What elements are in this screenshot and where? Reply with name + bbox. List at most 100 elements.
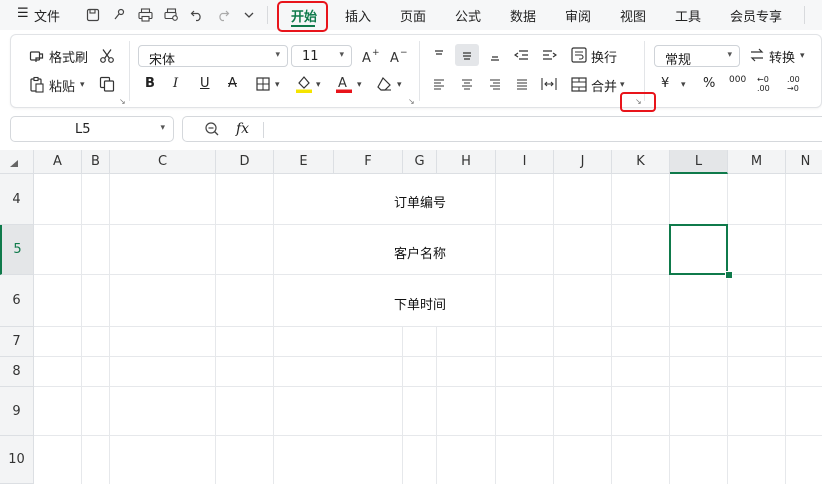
cell-F5[interactable]: 客户名称 (394, 243, 446, 262)
column-header-E[interactable]: E (274, 150, 334, 174)
cell-F4[interactable]: 订单编号 (394, 192, 446, 211)
number-format-select[interactable]: 常规 ▾ (654, 45, 740, 68)
font-size-select[interactable]: 11 ▾ (291, 45, 352, 67)
column-header-J[interactable]: J (554, 150, 612, 174)
thousands-button[interactable]: 000 (729, 75, 746, 85)
file-menu[interactable]: 文件 (34, 6, 60, 25)
fill-color-icon[interactable] (295, 74, 313, 94)
row-header-7[interactable]: 7 (0, 327, 34, 357)
currency-button[interactable]: ¥ (661, 76, 669, 91)
tab-tools[interactable]: 工具 (675, 6, 701, 25)
column-header-K[interactable]: K (612, 150, 670, 174)
align-center-icon[interactable] (458, 75, 476, 93)
gridline (611, 174, 612, 484)
font-color-icon[interactable]: A (335, 74, 353, 94)
row-header-9[interactable]: 9 (0, 387, 34, 436)
decrease-indent-icon[interactable] (513, 46, 531, 64)
svg-text:A: A (338, 76, 347, 91)
fill-color-dropdown-icon[interactable]: ▾ (316, 80, 321, 90)
selected-cell-L5[interactable] (669, 224, 728, 275)
redo-icon[interactable] (214, 6, 232, 24)
cut-icon[interactable] (98, 47, 116, 65)
undo-icon[interactable] (188, 6, 206, 24)
font-launcher-icon[interactable]: ↘ (408, 97, 415, 106)
wrap-text-button[interactable]: 换行 (591, 47, 617, 66)
font-size-value: 11 (302, 49, 319, 64)
merge-dropdown-icon[interactable]: ▾ (620, 80, 625, 90)
cell-F6[interactable]: 下单时间 (394, 294, 446, 313)
underline-button[interactable]: U (200, 76, 210, 91)
increase-indent-icon[interactable] (540, 46, 558, 64)
tab-formula[interactable]: 公式 (455, 6, 481, 25)
column-header-N[interactable]: N (786, 150, 822, 174)
tab-page[interactable]: 页面 (400, 6, 426, 25)
format-painter-button[interactable]: 格式刷 (49, 47, 88, 66)
font-color-dropdown-icon[interactable]: ▾ (357, 80, 362, 90)
tab-insert[interactable]: 插入 (345, 6, 371, 25)
convert-button[interactable]: 转换 (769, 47, 795, 66)
column-header-B[interactable]: B (82, 150, 110, 174)
print-icon[interactable] (136, 6, 154, 24)
column-header-L[interactable]: L (670, 150, 728, 174)
row-header-10[interactable]: 10 (0, 436, 34, 484)
gridline (34, 435, 822, 436)
increase-decimal-button[interactable]: ←0 .00 (757, 75, 777, 93)
column-header-D[interactable]: D (216, 150, 274, 174)
font-name-select[interactable]: 宋体 ▾ (138, 45, 288, 68)
row-header-8[interactable]: 8 (0, 357, 34, 387)
tab-view[interactable]: 视图 (620, 6, 646, 25)
border-icon[interactable] (255, 76, 271, 92)
row-header-5[interactable]: 5 (0, 225, 34, 275)
tab-data[interactable]: 数据 (510, 6, 536, 25)
italic-button[interactable]: I (173, 76, 178, 91)
main-menu-icon[interactable]: ☰ (17, 6, 29, 21)
share-icon[interactable] (110, 6, 128, 24)
column-header-C[interactable]: C (110, 150, 216, 174)
wrap-text-icon (570, 46, 588, 64)
column-header-F[interactable]: F (334, 150, 403, 174)
align-left-icon[interactable] (430, 75, 448, 93)
clipboard-launcher-icon[interactable]: ↘ (119, 97, 126, 106)
select-all-corner[interactable] (0, 150, 34, 174)
convert-dropdown-icon[interactable]: ▾ (800, 51, 805, 61)
fill-handle[interactable] (725, 271, 733, 279)
align-right-icon[interactable] (486, 75, 504, 93)
tab-start[interactable]: 开始 (291, 6, 317, 25)
insert-function-button[interactable]: fx (236, 121, 249, 137)
align-middle-icon[interactable] (455, 44, 479, 66)
strikethrough-button[interactable]: A (228, 76, 237, 91)
column-header-H[interactable]: H (437, 150, 496, 174)
row-header-6[interactable]: 6 (0, 275, 34, 327)
tab-member[interactable]: 会员专享 (730, 6, 782, 25)
tab-review[interactable]: 审阅 (565, 6, 591, 25)
align-bottom-icon[interactable] (486, 46, 504, 64)
eraser-icon[interactable] (375, 75, 393, 93)
clear-dropdown-icon[interactable]: ▾ (397, 80, 402, 90)
merge-button[interactable]: 合并 (591, 76, 617, 95)
chevron-down-icon[interactable] (240, 6, 258, 24)
gridline (109, 174, 110, 484)
column-header-I[interactable]: I (496, 150, 554, 174)
column-header-G[interactable]: G (403, 150, 437, 174)
increase-font-size-icon[interactable]: A + (361, 46, 379, 66)
bold-button[interactable]: B (145, 76, 155, 91)
paste-button[interactable]: 粘贴 (49, 76, 75, 95)
column-header-A[interactable]: A (34, 150, 82, 174)
align-top-icon[interactable] (430, 46, 448, 64)
decrease-decimal-button[interactable]: .00 →0 (787, 75, 809, 93)
save-icon[interactable] (84, 6, 102, 24)
decrease-font-size-icon[interactable]: A − (389, 46, 407, 66)
column-header-M[interactable]: M (728, 150, 786, 174)
row-header-4[interactable]: 4 (0, 174, 34, 225)
paste-dropdown-icon[interactable]: ▾ (80, 80, 85, 90)
distribute-icon[interactable] (540, 75, 558, 93)
formula-input[interactable] (273, 122, 813, 138)
justify-icon[interactable] (513, 75, 531, 93)
currency-dropdown-icon[interactable]: ▾ (681, 80, 686, 90)
percent-button[interactable]: % (703, 76, 715, 91)
border-dropdown-icon[interactable]: ▾ (275, 80, 280, 90)
copy-icon[interactable] (98, 75, 116, 93)
name-box[interactable]: L5 ▾ (10, 116, 174, 142)
print-preview-icon[interactable] (162, 6, 180, 24)
zoom-formula-icon[interactable] (204, 121, 220, 141)
